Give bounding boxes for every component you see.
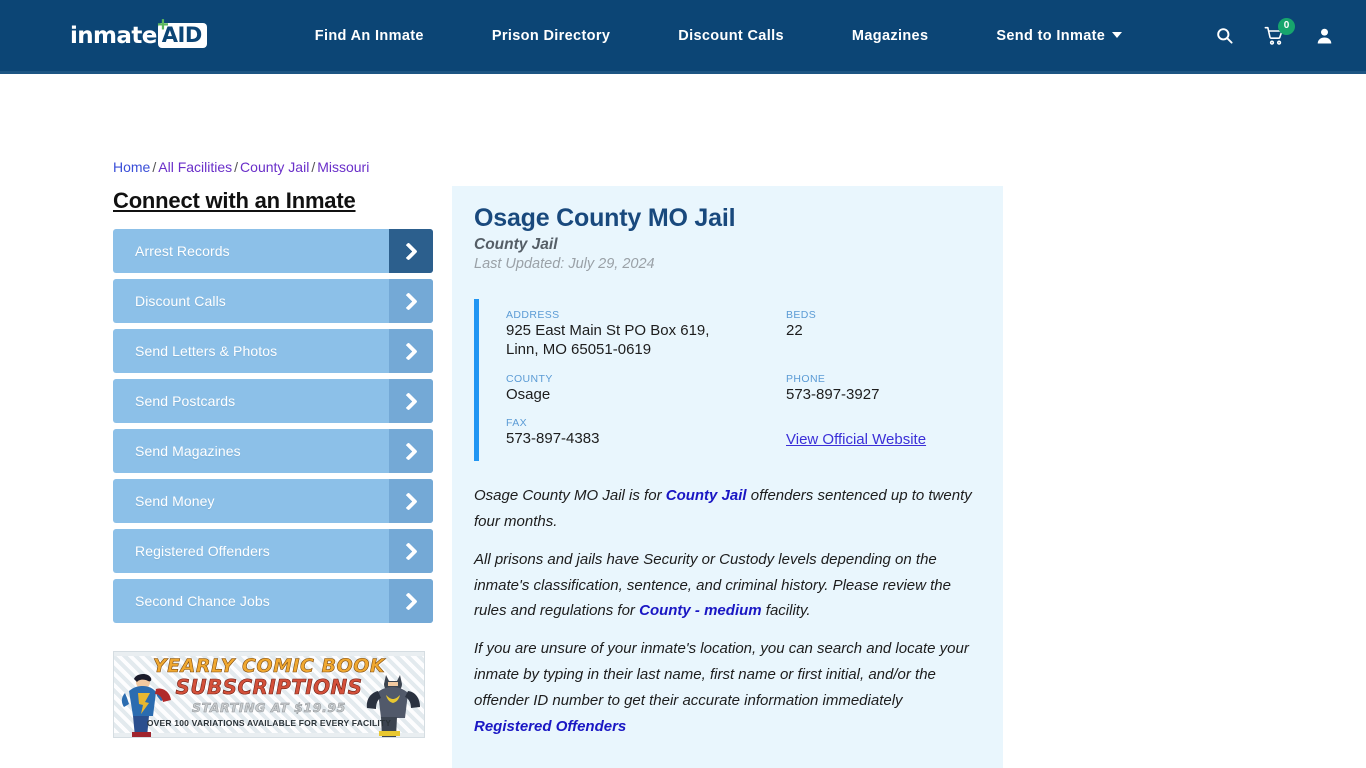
sidebar-item-send-money[interactable]: Send Money (113, 479, 433, 523)
detail-value-county: Osage (506, 385, 551, 403)
detail-address: ADDRESS 925 East Main St PO Box 619, Lin… (506, 309, 786, 360)
chevron-right-icon (389, 579, 433, 623)
page-title: Osage County MO Jail (474, 204, 736, 232)
breadcrumb-item-all-facilities[interactable]: All Facilities (158, 159, 232, 175)
detail-value-fax: 573-897-4383 (506, 430, 600, 448)
sidebar-item-second-chance-jobs[interactable]: Second Chance Jobs (113, 579, 433, 623)
nav-item-send-to-inmate-label: Send to Inmate (996, 27, 1106, 44)
breadcrumb-separator: / (234, 159, 239, 175)
sidebar: Connect with an Inmate Arrest Records Di… (113, 188, 433, 629)
sidebar-item-label: Discount Calls (135, 293, 226, 309)
search-icon[interactable] (1212, 23, 1236, 49)
nav-item-prison-directory[interactable]: Prison Directory (458, 28, 644, 44)
detail-phone: PHONE 573-897-3927 (786, 373, 981, 405)
p3-text-a: If you are unsure of your inmate's locat… (474, 640, 969, 709)
sidebar-item-label: Second Chance Jobs (135, 593, 270, 609)
chevron-right-icon (389, 379, 433, 423)
chevron-right-icon (389, 279, 433, 323)
site-header: inmate + AID Find An Inmate Prison Direc… (0, 0, 1366, 74)
sidebar-item-registered-offenders[interactable]: Registered Offenders (113, 529, 433, 573)
chevron-right-icon (389, 529, 433, 573)
detail-label: FAX (506, 417, 528, 430)
logo-primary-text: inmate (70, 22, 157, 49)
detail-value-phone: 573-897-3927 (786, 385, 880, 403)
sidebar-title: Connect with an Inmate (113, 188, 356, 213)
logo-plus-icon: + (157, 13, 169, 36)
breadcrumb-separator: / (152, 159, 157, 175)
detail-value-address: 925 East Main St PO Box 619, Linn, MO 65… (506, 322, 710, 358)
nav-item-magazines[interactable]: Magazines (818, 28, 962, 44)
detail-label: COUNTY (506, 372, 553, 385)
description-paragraph-2: All prisons and jails have Security or C… (474, 547, 981, 624)
page-body: Home / All Facilities / County Jail / Missouri… (0, 74, 1366, 768)
ad-price-text: STARTING AT $19.95 (192, 699, 346, 716)
header-icon-group: 0 (1212, 17, 1344, 49)
breadcrumb: Home / All Facilities / County Jail / Missouri (113, 159, 369, 175)
sidebar-item-label: Send Magazines (135, 443, 241, 459)
facility-description: Osage County MO Jail is for County Jail … (474, 483, 981, 739)
description-paragraph-3: If you are unsure of your inmate's locat… (474, 636, 981, 739)
p1-text-a: Osage County MO Jail is for (474, 487, 666, 505)
p1-highlight: County Jail (665, 487, 747, 505)
chevron-right-icon (389, 329, 433, 373)
breadcrumb-item-home[interactable]: Home (113, 159, 150, 175)
detail-website: View Official Website (786, 417, 981, 449)
p2-text-c: facility. (761, 602, 811, 620)
facility-info-card: Osage County MO Jail County Jail Last Up… (452, 186, 1003, 768)
sidebar-item-label: Registered Offenders (135, 543, 270, 559)
chevron-right-icon (389, 229, 433, 273)
sidebar-item-label: Send Money (135, 493, 215, 509)
detail-value-beds: 22 (786, 322, 803, 339)
chevron-right-icon (389, 479, 433, 523)
facility-type: County Jail (474, 236, 558, 253)
sidebar-item-label: Send Letters & Photos (135, 343, 278, 359)
last-updated-text: Last Updated: July 29, 2024 (474, 256, 655, 272)
detail-county: COUNTY Osage (506, 373, 786, 405)
cart-count-badge: 0 (1278, 17, 1295, 35)
ad-headline-2: SUBSCRIPTIONS (175, 674, 363, 699)
nav-item-find-an-inmate[interactable]: Find An Inmate (281, 28, 458, 44)
breadcrumb-item-county-jail[interactable]: County Jail (240, 159, 309, 175)
registered-offenders-link[interactable]: Registered Offenders (474, 718, 626, 735)
description-paragraph-1: Osage County MO Jail is for County Jail … (474, 483, 981, 535)
sidebar-item-arrest-records[interactable]: Arrest Records (113, 229, 433, 273)
sidebar-item-label: Send Postcards (135, 393, 236, 409)
breadcrumb-separator: / (311, 159, 316, 175)
main-navigation: Find An Inmate Prison Directory Discount… (281, 28, 1148, 44)
shopping-cart-icon[interactable]: 0 (1262, 17, 1295, 49)
ad-subtext: OVER 100 VARIATIONS AVAILABLE FOR EVERY … (146, 717, 392, 728)
sidebar-item-send-letters-photos[interactable]: Send Letters & Photos (113, 329, 433, 373)
nav-item-discount-calls[interactable]: Discount Calls (644, 28, 818, 44)
breadcrumb-item-missouri[interactable]: Missouri (317, 159, 369, 175)
detail-label: BEDS (786, 309, 817, 321)
detail-beds: BEDS 22 (786, 309, 981, 360)
chevron-right-icon (389, 429, 433, 473)
p2-highlight: County - medium (639, 602, 762, 620)
sidebar-item-send-postcards[interactable]: Send Postcards (113, 379, 433, 423)
chevron-down-icon (1112, 31, 1123, 38)
sidebar-item-send-magazines[interactable]: Send Magazines (113, 429, 433, 473)
nav-item-send-to-inmate[interactable]: Send to Inmate (962, 28, 1148, 44)
user-account-icon[interactable] (1312, 23, 1336, 49)
detail-fax: FAX 573-897-4383 (506, 417, 786, 449)
sidebar-item-discount-calls[interactable]: Discount Calls (113, 279, 433, 323)
official-website-link[interactable]: View Official Website (786, 431, 926, 448)
sidebar-item-label: Arrest Records (135, 243, 230, 259)
site-logo[interactable]: inmate + AID (70, 15, 207, 51)
facility-card-header: Osage County MO Jail County Jail Last Up… (452, 186, 1003, 272)
facility-details-grid: ADDRESS 925 East Main St PO Box 619, Lin… (474, 299, 981, 462)
ad-headline-1: YEARLY COMIC BOOK (152, 655, 386, 677)
comic-book-subscription-ad[interactable]: YEARLY COMIC BOOK SUBSCRIPTIONS STARTING… (113, 651, 425, 738)
detail-label: ADDRESS (506, 309, 560, 321)
detail-label: PHONE (786, 372, 826, 385)
ad-text-block: YEARLY COMIC BOOK SUBSCRIPTIONS STARTING… (114, 655, 424, 728)
